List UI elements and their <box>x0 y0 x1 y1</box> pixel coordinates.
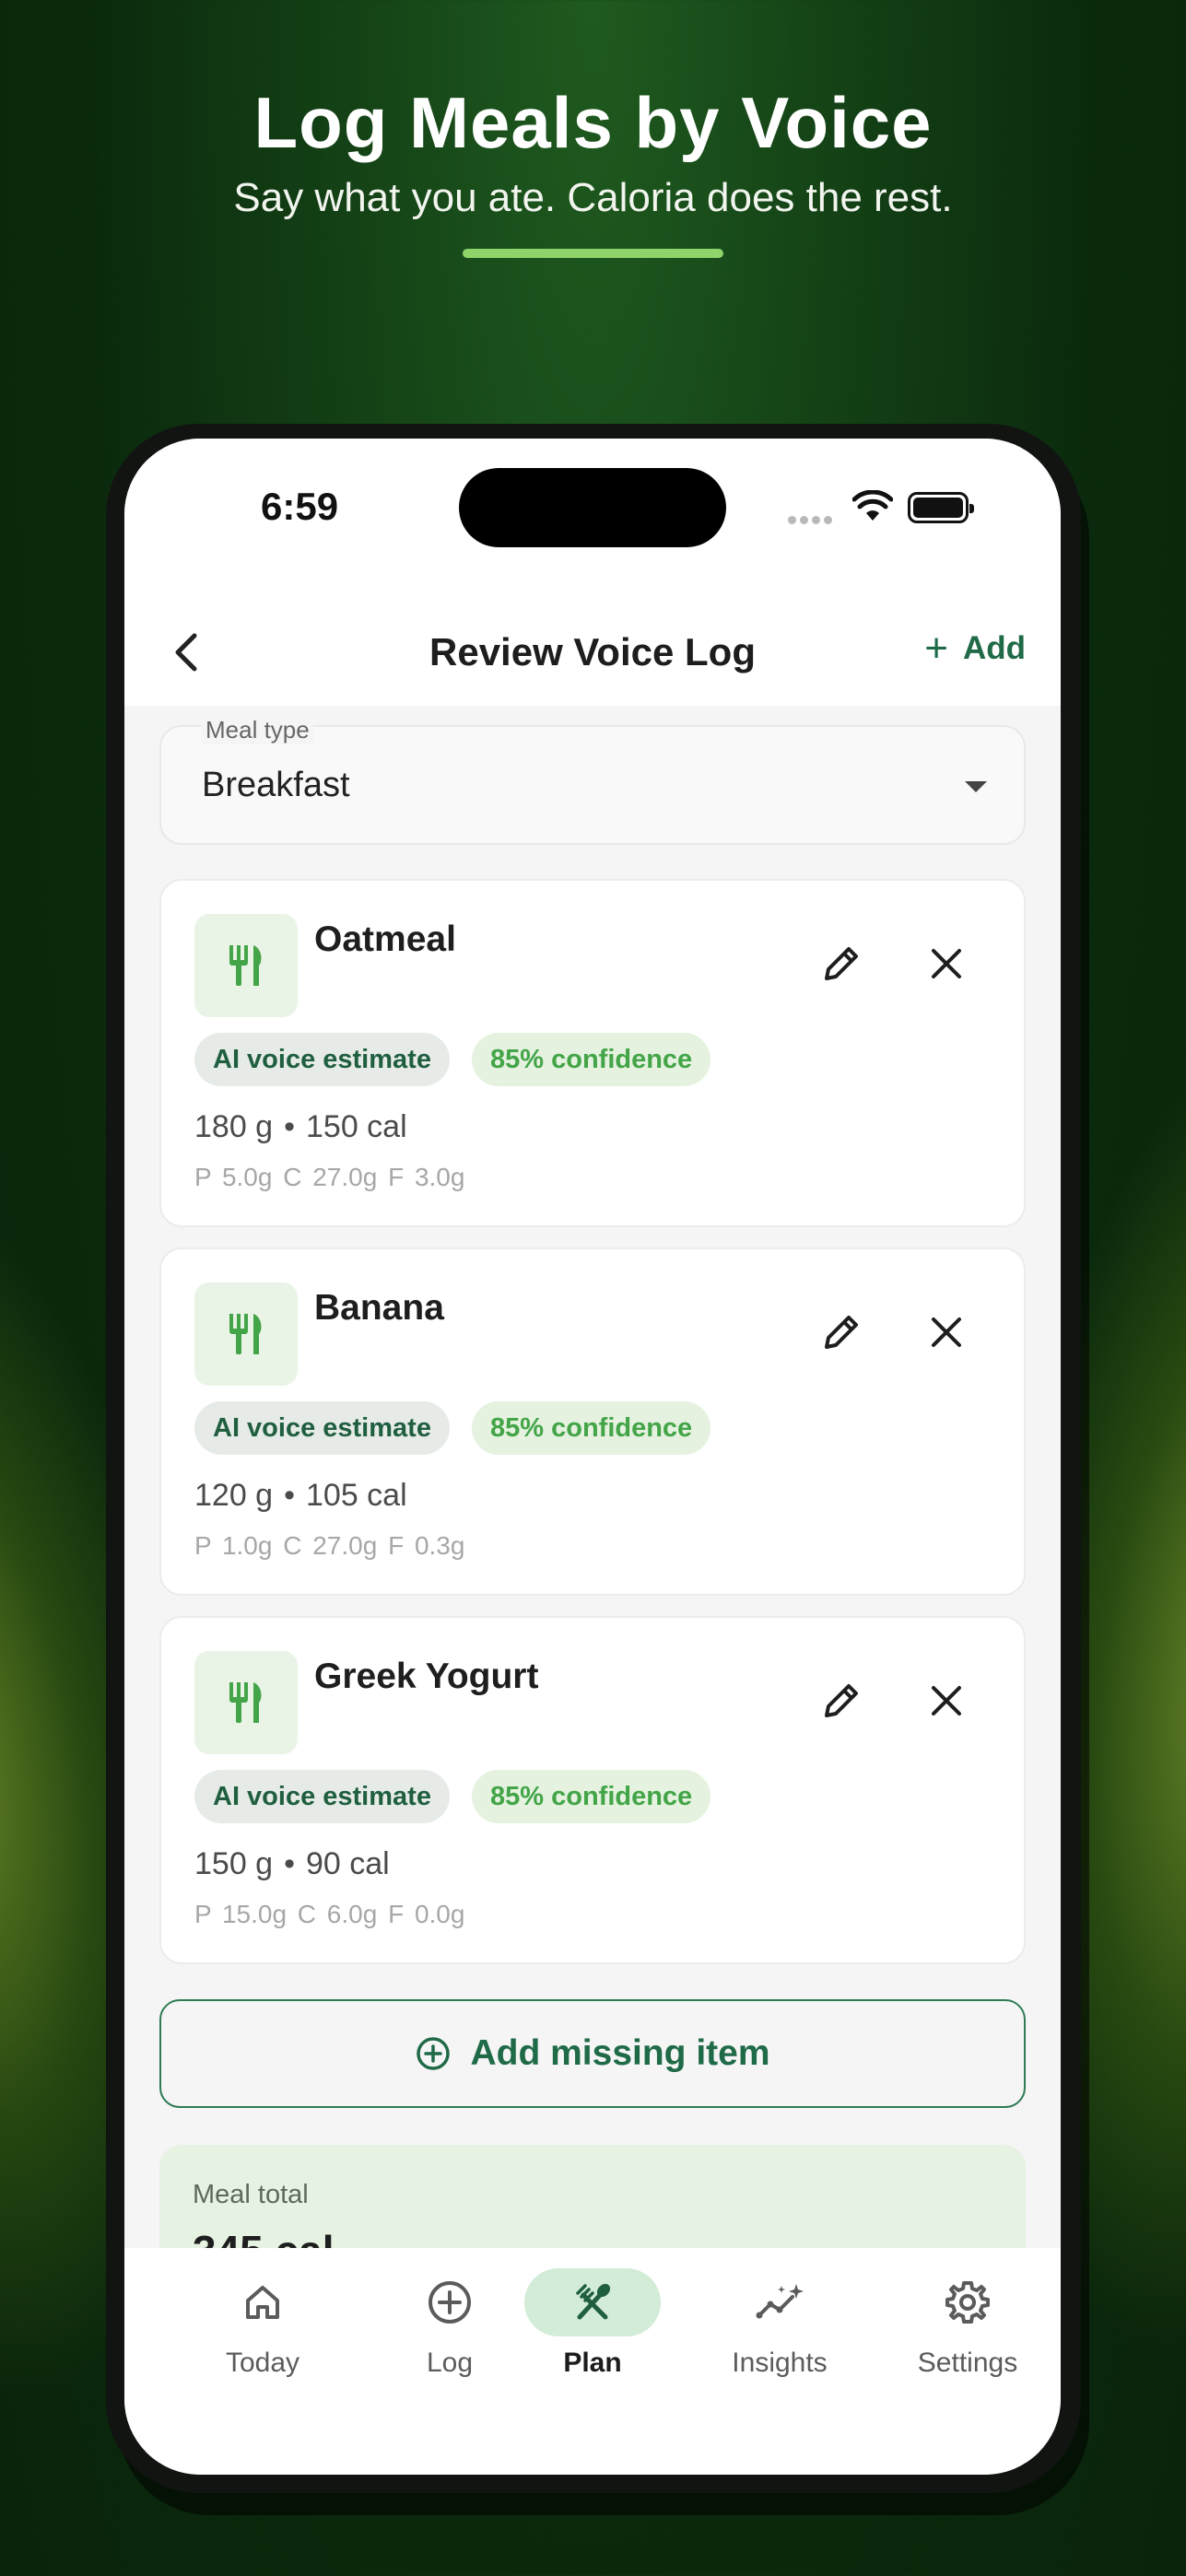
utensils-icon <box>576 2283 611 2320</box>
add-button[interactable]: + Add <box>924 628 1026 669</box>
food-item-macros: P 15.0g C 6.0g F 0.0g <box>194 1900 465 1928</box>
ai-estimate-badge: AI voice estimate <box>194 1401 450 1455</box>
bottom-tab-bar: Today Log Plan Insights Settings <box>124 2248 1061 2475</box>
battery-icon <box>908 492 974 523</box>
headline-underline <box>463 249 723 258</box>
food-item-name: Banana <box>314 1288 444 1328</box>
food-item-amount: 120 g • 105 cal <box>194 1478 407 1514</box>
meal-type-value: Breakfast <box>202 766 350 804</box>
amount-separator: • <box>284 1109 295 1144</box>
edit-button[interactable] <box>814 1673 869 1728</box>
meal-total-label: Meal total <box>193 2180 309 2209</box>
tab-today[interactable]: Today <box>184 2268 341 2379</box>
wifi-icon <box>852 490 893 521</box>
close-icon <box>932 1686 961 1715</box>
close-icon <box>932 1317 961 1347</box>
food-item-amount: 150 g • 90 cal <box>194 1846 390 1882</box>
pencil-icon <box>825 1684 858 1717</box>
promo-subline: Say what you ate. Caloria does the rest. <box>233 175 953 220</box>
confidence-badge: 85% confidence <box>472 1770 711 1823</box>
tab-settings[interactable]: Settings <box>889 2268 1046 2379</box>
status-bar: 6:59 <box>124 439 1061 604</box>
edit-button[interactable] <box>814 1305 869 1360</box>
food-item-grams: 180 g <box>194 1109 274 1144</box>
add-button-label: Add <box>962 630 1026 666</box>
utensils-icon <box>194 1282 298 1386</box>
tab-log-label: Log <box>426 2348 474 2378</box>
signal-icon <box>788 512 836 529</box>
pencil-icon <box>825 947 858 980</box>
dropdown-caret-icon <box>965 781 987 792</box>
utensils-icon <box>194 914 298 1017</box>
remove-button[interactable] <box>919 1673 974 1728</box>
amount-separator: • <box>284 1846 295 1881</box>
remove-button[interactable] <box>919 936 974 991</box>
plus-circle-icon <box>429 2281 471 2324</box>
confidence-badge: 85% confidence <box>472 1401 711 1455</box>
food-item-name: Greek Yogurt <box>314 1657 539 1696</box>
close-icon <box>932 949 961 978</box>
home-icon <box>246 2286 279 2319</box>
ai-estimate-badge: AI voice estimate <box>194 1770 450 1823</box>
food-item-name: Oatmeal <box>314 919 456 959</box>
food-item-macros: P 1.0g C 27.0g F 0.3g <box>194 1531 465 1560</box>
tab-plan[interactable]: Plan <box>514 2268 671 2379</box>
plus-circle-icon <box>417 2037 451 2070</box>
tab-insights-label: Insights <box>732 2348 828 2378</box>
confidence-badge: 85% confidence <box>472 1033 711 1086</box>
tab-settings-label: Settings <box>917 2348 1018 2378</box>
food-item-calories: 150 cal <box>306 1109 407 1144</box>
add-missing-item-label: Add missing item <box>470 2033 770 2073</box>
amount-separator: • <box>284 1478 295 1513</box>
tab-plan-label: Plan <box>563 2348 622 2378</box>
sparkle-chart-icon <box>756 2284 804 2319</box>
phone-screen: 6:59 Review Voice Log + Add Meal type Br… <box>124 439 1061 2475</box>
food-item-grams: 120 g <box>194 1478 274 1513</box>
food-item-card: Greek Yogurt AI voice estimate 85% confi… <box>159 1616 1026 1964</box>
gear-icon <box>945 2281 990 2324</box>
pencil-icon <box>825 1316 858 1349</box>
dynamic-island <box>459 468 726 547</box>
tab-today-label: Today <box>225 2348 300 2378</box>
food-item-card: Banana AI voice estimate 85% confidence … <box>159 1247 1026 1596</box>
page-title: Review Voice Log <box>429 630 756 673</box>
food-item-macros: P 5.0g C 27.0g F 3.0g <box>194 1163 465 1191</box>
meal-type-label: Meal type <box>202 716 313 744</box>
promo-headline: Log Meals by Voice <box>253 82 933 163</box>
food-item-amount: 180 g • 150 cal <box>194 1109 407 1145</box>
tab-insights[interactable]: Insights <box>701 2268 858 2379</box>
meal-type-select[interactable]: Meal type Breakfast <box>159 716 1026 845</box>
add-missing-item-button[interactable]: Add missing item <box>159 1999 1026 2108</box>
tab-log[interactable]: Log <box>371 2268 528 2379</box>
utensils-icon <box>194 1651 298 1754</box>
remove-button[interactable] <box>919 1305 974 1360</box>
status-time: 6:59 <box>261 485 339 528</box>
food-item-grams: 150 g <box>194 1846 274 1881</box>
food-item-calories: 90 cal <box>306 1846 390 1881</box>
food-item-calories: 105 cal <box>306 1478 407 1513</box>
food-item-card: Oatmeal AI voice estimate 85% confidence… <box>159 879 1026 1227</box>
plus-icon: + <box>924 626 948 671</box>
app-bar: Review Voice Log + Add <box>124 604 1061 706</box>
ai-estimate-badge: AI voice estimate <box>194 1033 450 1086</box>
edit-button[interactable] <box>814 936 869 991</box>
